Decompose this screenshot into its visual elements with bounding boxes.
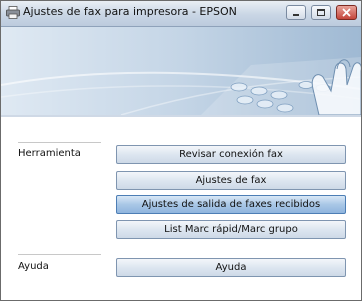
fax-keypad-illustration <box>1 27 361 115</box>
header-banner <box>1 27 361 115</box>
herramienta-section-divider <box>18 142 101 143</box>
printer-icon <box>6 6 20 19</box>
ayuda-button[interactable]: Ayuda <box>116 258 346 277</box>
fax-settings-window: Ajustes de fax para impresora - EPSON He… <box>0 0 362 301</box>
title-bar[interactable]: Ajustes de fax para impresora - EPSON <box>1 1 361 27</box>
ayuda-section-divider <box>18 254 101 255</box>
minimize-icon <box>293 14 299 16</box>
close-icon <box>342 8 351 17</box>
banner-divider <box>1 115 361 117</box>
minimize-button[interactable] <box>286 5 306 20</box>
maximize-button[interactable] <box>311 5 331 20</box>
herramienta-section-label: Herramienta <box>18 148 81 159</box>
maximize-icon <box>317 9 325 16</box>
ajustes-de-fax-button[interactable]: Ajustes de fax <box>116 171 346 190</box>
ayuda-section-label: Ayuda <box>18 261 49 272</box>
close-button[interactable] <box>336 5 357 20</box>
marcado-rapido-grupo-button[interactable]: List Marc rápid/Marc grupo <box>116 220 346 239</box>
revisar-conexion-fax-button[interactable]: Revisar conexión fax <box>116 145 346 164</box>
window-title: Ajustes de fax para impresora - EPSON <box>23 5 237 18</box>
ajustes-salida-faxes-button[interactable]: Ajustes de salida de faxes recibidos <box>116 195 346 214</box>
